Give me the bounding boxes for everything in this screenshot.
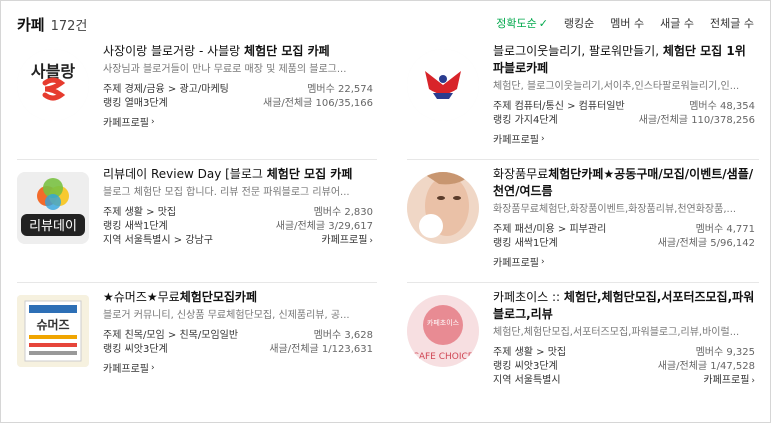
cafe-card[interactable]: 블로그이웃늘리기, 팔로워만들기, 체험단 모집 1위 파블로카페 체험단, 블… bbox=[407, 37, 767, 159]
cafe-description: 화장품무료체험단,화장품이벤트,화장품리뷰,천연화장품,... bbox=[493, 204, 737, 215]
cafe-card[interactable]: 리뷰데이 리뷰데이 Review Day [블로그 체험단 모집 카페 블로그 … bbox=[17, 160, 377, 282]
cafe-rank: 랭킹 열매3단계 bbox=[103, 98, 168, 109]
cafe-description: 체험단,체험단모집,서포터즈모집,파워블로그,리뷰,바이럴... bbox=[493, 327, 740, 338]
sort-accuracy[interactable]: 정확도순 ✓ bbox=[496, 15, 548, 31]
chevron-right-icon: › bbox=[541, 133, 545, 144]
cafe-topic: 주제 생활 > 맛집 bbox=[493, 347, 567, 358]
cafe-results-grid: 사블랑 사장이랑 블로거랑 - 사블랑 체험단 모집 카페 사장님과 블로거들이… bbox=[1, 37, 772, 406]
sort-ranking[interactable]: 랭킹순 bbox=[564, 15, 594, 31]
check-icon: ✓ bbox=[538, 17, 548, 30]
cafe-profile-link[interactable]: 카페프로필 › bbox=[103, 360, 373, 376]
cafe-posts: 새글/전체글 1/47,528 bbox=[657, 361, 755, 372]
svg-text:슈머즈: 슈머즈 bbox=[36, 317, 69, 332]
face-photo-icon bbox=[407, 172, 479, 244]
sort-options: 정확도순 ✓ 랭킹순 멤버 수 새글 수 전체글 수 bbox=[496, 15, 754, 31]
cafe-profile-link[interactable]: 카페프로필 › bbox=[321, 234, 373, 248]
cafe-card[interactable]: 카페초이스 CAFE CHOICE 카페초이스 :: 체험단,체험단모집,서포터… bbox=[407, 283, 767, 405]
cafe-region: 지역 서울특별시 > 강남구 bbox=[103, 235, 213, 246]
section-title: 카페 bbox=[17, 15, 45, 34]
cafe-description: 블로거 커뮤니티, 신상품 무료체험단모집, 신제품리뷰, 공... bbox=[103, 310, 350, 321]
cafe-profile-link[interactable]: 카페프로필 › bbox=[493, 131, 755, 147]
cafe-members: 멤버수 4,771 bbox=[695, 224, 755, 235]
cafe-name[interactable]: ★슈머즈★무료체험단모집카페 bbox=[103, 289, 373, 306]
cafe-search-panel: 카페 172건 정확도순 ✓ 랭킹순 멤버 수 새글 수 전체글 수 사블랑 사… bbox=[0, 0, 771, 423]
cafe-posts: 새글/전체글 106/35,166 bbox=[263, 98, 373, 109]
cafe-name[interactable]: 화장품무료체험단카페★공동구매/모집/이벤트/샘플/천연/여드름 bbox=[493, 166, 755, 200]
cafe-description: 블로그 체험단 모집 합니다. 리뷰 전문 파워블로그 리뷰어... bbox=[103, 187, 350, 198]
cafe-posts: 새글/전체글 1/123,631 bbox=[269, 344, 373, 355]
cafe-members: 멤버수 9,325 bbox=[695, 347, 755, 358]
reviewday-logo-icon: 리뷰데이 bbox=[17, 172, 89, 244]
cafe-card[interactable]: 화장품무료체험단카페★공동구매/모집/이벤트/샘플/천연/여드름 화장품무료체험… bbox=[407, 160, 767, 282]
cafe-choice-logo-icon: 카페초이스 CAFE CHOICE bbox=[407, 295, 479, 367]
cafe-posts: 새글/전체글 3/29,617 bbox=[275, 221, 373, 232]
cafe-rank: 랭킹 씨앗3단계 bbox=[493, 361, 558, 372]
cafe-thumbnail[interactable]: 사블랑 bbox=[17, 49, 89, 121]
results-row: 사블랑 사장이랑 블로거랑 - 사블랑 체험단 모집 카페 사장님과 블로거들이… bbox=[1, 37, 772, 160]
cafe-rank: 랭킹 새싹1단계 bbox=[103, 221, 168, 232]
result-count: 172건 bbox=[50, 18, 88, 34]
cafe-topic: 주제 친목/모임 > 친목/모임일반 bbox=[103, 330, 239, 341]
cafe-region: 지역 서울특별시 bbox=[493, 375, 561, 386]
chevron-right-icon: › bbox=[369, 236, 373, 246]
sablang-logo-icon: 사블랑 bbox=[17, 49, 89, 121]
cafe-name[interactable]: 카페초이스 :: 체험단,체험단모집,서포터즈모집,파워블로그,리뷰 bbox=[493, 289, 755, 323]
cafe-rank: 랭킹 씨앗3단계 bbox=[103, 344, 168, 355]
cafe-topic: 주제 컴퓨터/통신 > 컴퓨터일반 bbox=[493, 101, 625, 112]
cafe-thumbnail[interactable]: 슈머즈 bbox=[17, 295, 89, 367]
chevron-right-icon: › bbox=[151, 362, 155, 373]
cafe-members: 멤버수 22,574 bbox=[307, 84, 373, 95]
cafe-name[interactable]: 블로그이웃늘리기, 팔로워만들기, 체험단 모집 1위 파블로카페 bbox=[493, 43, 755, 77]
cafe-name[interactable]: 사장이랑 블로거랑 - 사블랑 체험단 모집 카페 bbox=[103, 43, 373, 60]
cafe-topic: 주제 생활 > 맛집 bbox=[103, 207, 177, 218]
results-row: 슈머즈 ★슈머즈★무료체험단모집카페 블로거 커뮤니티, 신상품 무료체험단모집… bbox=[1, 283, 772, 406]
cafe-thumbnail[interactable] bbox=[407, 172, 479, 244]
cafe-profile-link[interactable]: 카페프로필 › bbox=[493, 254, 755, 270]
cafe-rank: 랭킹 새싹1단계 bbox=[493, 238, 558, 249]
cafe-description: 체험단, 블로그이웃늘리기,서이추,인스타팔로워늘리기,인... bbox=[493, 81, 740, 92]
cafe-profile-link[interactable]: 카페프로필 › bbox=[703, 374, 755, 388]
shumers-logo-icon: 슈머즈 bbox=[17, 295, 89, 367]
pablo-logo-icon bbox=[407, 49, 479, 121]
cafe-members: 멤버수 2,830 bbox=[313, 207, 373, 218]
cafe-posts: 새글/전체글 5/96,142 bbox=[657, 238, 755, 249]
chevron-right-icon: › bbox=[151, 116, 155, 127]
cafe-members: 멤버수 48,354 bbox=[689, 101, 755, 112]
cafe-topic: 주제 경제/금융 > 광고/마케팅 bbox=[103, 84, 229, 95]
cafe-members: 멤버수 3,628 bbox=[313, 330, 373, 341]
svg-text:CAFE CHOICE: CAFE CHOICE bbox=[413, 352, 474, 362]
panel-header: 카페 172건 정확도순 ✓ 랭킹순 멤버 수 새글 수 전체글 수 bbox=[17, 11, 754, 37]
sort-members[interactable]: 멤버 수 bbox=[610, 15, 644, 31]
sort-total-posts[interactable]: 전체글 수 bbox=[710, 15, 754, 31]
cafe-posts: 새글/전체글 110/378,256 bbox=[638, 115, 755, 126]
cafe-thumbnail[interactable]: 카페초이스 CAFE CHOICE bbox=[407, 295, 479, 367]
cafe-profile-link[interactable]: 카페프로필 › bbox=[103, 114, 373, 130]
cafe-description: 사장님과 블로거들이 만나 무료로 매장 및 제품의 블로그... bbox=[103, 64, 347, 75]
cafe-name[interactable]: 리뷰데이 Review Day [블로그 체험단 모집 카페 bbox=[103, 166, 373, 183]
cafe-card[interactable]: 슈머즈 ★슈머즈★무료체험단모집카페 블로거 커뮤니티, 신상품 무료체험단모집… bbox=[17, 283, 377, 405]
cafe-thumbnail[interactable]: 리뷰데이 bbox=[17, 172, 89, 244]
results-row: 리뷰데이 리뷰데이 Review Day [블로그 체험단 모집 카페 블로그 … bbox=[1, 160, 772, 283]
svg-text:리뷰데이: 리뷰데이 bbox=[29, 219, 77, 234]
chevron-right-icon: › bbox=[751, 376, 755, 386]
cafe-topic: 주제 패션/미용 > 피부관리 bbox=[493, 224, 607, 235]
svg-text:카페초이스: 카페초이스 bbox=[427, 318, 460, 327]
chevron-right-icon: › bbox=[541, 256, 545, 267]
cafe-rank: 랭킹 가지4단계 bbox=[493, 115, 558, 126]
sort-new-posts[interactable]: 새글 수 bbox=[660, 15, 694, 31]
cafe-thumbnail[interactable] bbox=[407, 49, 479, 121]
cafe-card[interactable]: 사블랑 사장이랑 블로거랑 - 사블랑 체험단 모집 카페 사장님과 블로거들이… bbox=[17, 37, 377, 159]
